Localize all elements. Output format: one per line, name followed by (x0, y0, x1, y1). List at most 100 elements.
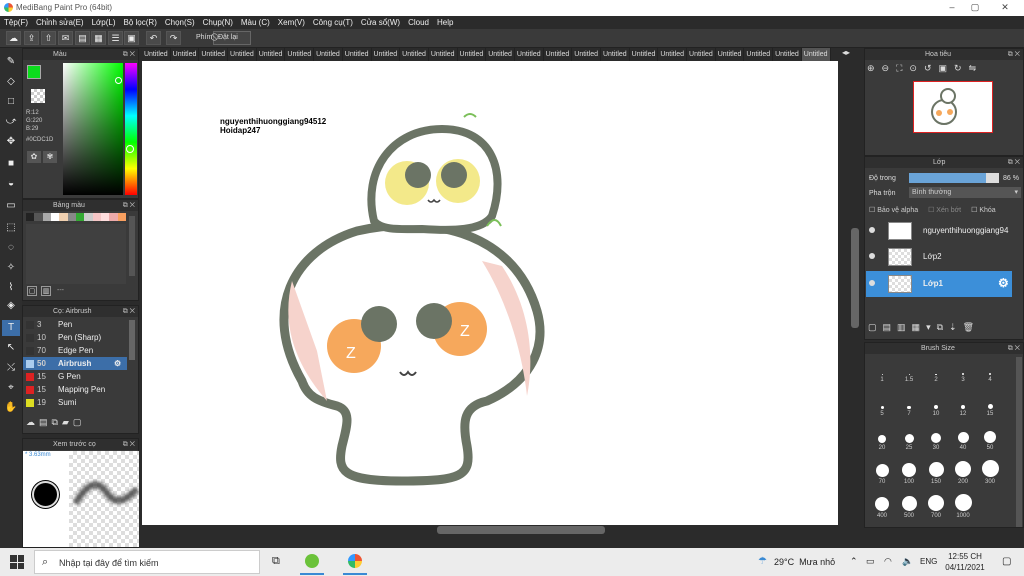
brush-size-option[interactable]: 400 (869, 493, 895, 525)
document-tab[interactable]: Untitled (372, 48, 401, 61)
document-tab[interactable]: Untitled (142, 48, 171, 61)
menu-snap[interactable]: Chụp(N) (199, 16, 237, 29)
menu-help[interactable]: Help (433, 16, 457, 29)
document-tab[interactable]: Untitled (515, 48, 544, 61)
brush-size-option[interactable]: 1000 (950, 493, 976, 525)
brush-item[interactable]: 15 Mapping Pen (23, 383, 127, 396)
app-taskbar-icon[interactable] (305, 554, 319, 568)
document-tab[interactable]: Untitled (228, 48, 257, 61)
undo-icon[interactable]: ↶ (146, 31, 161, 45)
brush-add-icon[interactable]: ▤ (39, 417, 52, 427)
minimize-button[interactable]: – (945, 2, 959, 14)
delete-palette-icon[interactable]: ▥ (41, 286, 51, 296)
color-wheel-icon[interactable]: ✿ (27, 151, 41, 163)
clip-checkbox[interactable]: ☐ Xén bớt (928, 207, 961, 214)
palette-swatch[interactable] (100, 213, 110, 221)
brush-item[interactable]: 70 Edge Pen (23, 344, 127, 357)
document-tab[interactable]: Untitled (486, 48, 515, 61)
hue-slider[interactable] (125, 63, 137, 195)
saturation-value-picker[interactable] (63, 63, 123, 195)
brush-size-option[interactable]: 30 (923, 425, 949, 457)
lock-checkbox[interactable]: ☐ Khóa (971, 207, 996, 214)
drawing-canvas[interactable]: nguyenthihuonggiang94512 Hoidap247 Z Z (142, 61, 838, 525)
operation-tool-icon[interactable]: ↖ (2, 340, 20, 356)
color-add-icon[interactable]: ✾ (43, 151, 57, 163)
document-tab[interactable]: Untitled (314, 48, 343, 61)
magic-wand-icon[interactable]: ✧ (2, 260, 20, 276)
rotate-left-icon[interactable]: ↺ (924, 63, 939, 73)
secondary-color-swatch[interactable] (31, 89, 45, 103)
language-indicator[interactable]: ENG (920, 557, 937, 566)
maximize-button[interactable]: ▢ (968, 2, 982, 14)
brush-size-option[interactable]: 300 (977, 459, 1003, 491)
palette-swatch[interactable] (109, 213, 118, 221)
layer-row[interactable]: nguyenthihuonggiang94 (866, 218, 1012, 244)
blend-mode-select[interactable]: Bình thường ▾ (909, 187, 1021, 198)
share-icon[interactable]: ⇧ (41, 31, 56, 45)
brush-size-option[interactable]: 150 (923, 459, 949, 491)
document-tab[interactable]: Untitled (601, 48, 630, 61)
document-tab[interactable]: Untitled (687, 48, 716, 61)
gradient-tool-icon[interactable]: ▭ (2, 198, 20, 214)
document-tab[interactable]: Untitled (199, 48, 229, 61)
eraser-tool-icon[interactable]: ◇ (2, 74, 20, 90)
zoom-reset-icon[interactable]: ⊙ (909, 63, 924, 73)
layer-row-selected[interactable]: Lớp1 ⚙ (866, 271, 1012, 297)
eyedropper-icon[interactable]: ⌖ (2, 380, 20, 396)
menu-color[interactable]: Màu (C) (237, 16, 274, 29)
brush-size-option[interactable]: 2 (923, 357, 949, 389)
upload-icon[interactable]: ⇪ (24, 31, 39, 45)
document-tab[interactable]: Untitled (801, 48, 831, 61)
menu-window[interactable]: Cửa sổ(W) (357, 16, 404, 29)
palette-swatch[interactable] (50, 213, 60, 221)
reset-snap-button[interactable]: ⃠ Đặt lại (213, 31, 251, 45)
brush-size-option[interactable]: 500 (896, 493, 922, 525)
palette-swatch[interactable] (34, 213, 43, 221)
brush-size-option[interactable]: 5 (869, 391, 895, 423)
page-icon[interactable]: ▤ (75, 31, 90, 45)
window-icon[interactable]: ▣ (124, 31, 139, 45)
visibility-eye-icon[interactable] (869, 280, 875, 286)
brush-size-option[interactable]: 20 (869, 425, 895, 457)
document-tab[interactable]: Untitled (572, 48, 601, 61)
text-tool-icon[interactable]: T (2, 320, 20, 336)
protect-alpha-checkbox[interactable]: ☐ Bảo vệ alpha (869, 207, 918, 214)
rectangle-tool-icon[interactable]: □ (2, 94, 20, 110)
grid-icon[interactable]: ▦ (91, 31, 106, 45)
brush-item[interactable]: 10 Pen (Sharp) (23, 331, 127, 344)
canvas-hscrollbar[interactable] (437, 526, 605, 534)
brush-settings-gear-icon[interactable]: ⚙ (114, 357, 121, 370)
network-icon[interactable]: ▭ (866, 556, 875, 567)
fill-rect-icon[interactable]: ■ (2, 156, 20, 172)
document-tab[interactable]: Untitled (285, 48, 315, 61)
zoom-out-icon[interactable]: ⊖ (882, 63, 897, 73)
wifi-icon[interactable]: ◠ (884, 556, 892, 567)
menu-layer[interactable]: Lớp(L) (88, 16, 120, 29)
palette-swatch[interactable] (117, 213, 126, 221)
select-eraser-icon[interactable]: ◈ (2, 298, 20, 314)
rotate-right-icon[interactable]: ↻ (954, 63, 969, 73)
menu-filter[interactable]: Bộ lọc(R) (120, 16, 161, 29)
palette-swatch[interactable] (26, 213, 35, 221)
visibility-eye-icon[interactable] (869, 253, 875, 259)
menu-edit[interactable]: Chỉnh sửa(E) (32, 16, 88, 29)
duplicate-layer-icon[interactable]: ⧉ (937, 322, 949, 332)
flip-icon[interactable]: ⇋ (969, 63, 984, 73)
brush-size-option[interactable]: 1 (869, 357, 895, 389)
document-tab[interactable]: Untitled (257, 48, 286, 61)
weather-text[interactable]: 29°C Mưa nhỏ (774, 557, 835, 567)
brush-size-option[interactable]: 25 (896, 425, 922, 457)
merge-layer-icon[interactable]: ⇣ (949, 322, 963, 332)
new-layer-halftone-icon[interactable]: ▤ (883, 322, 898, 332)
lasso-tool-icon[interactable]: ◌ (2, 240, 20, 256)
visibility-eye-icon[interactable] (869, 227, 875, 233)
brush-delete-icon[interactable]: ▢ (73, 417, 86, 427)
bucket-tool-icon[interactable]: ◒ (2, 176, 20, 192)
select-pen-icon[interactable]: ⌇ (2, 280, 20, 296)
brush-size-option[interactable]: 12 (950, 391, 976, 423)
brush-folder-icon[interactable]: ▰ (62, 417, 73, 427)
brush-cloud-icon[interactable]: ☁ (26, 417, 39, 427)
cloud-icon[interactable]: ☁ (6, 31, 21, 45)
document-tab[interactable]: Untitled (343, 48, 372, 61)
volume-icon[interactable]: 🔈 (902, 556, 913, 567)
